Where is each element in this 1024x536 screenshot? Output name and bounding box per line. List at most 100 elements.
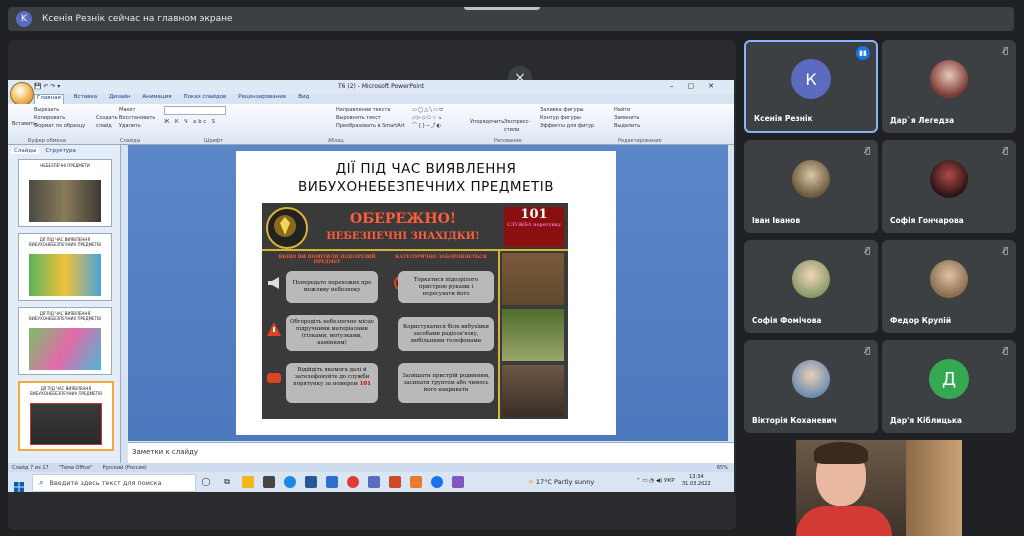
font-format-buttons[interactable]: Ж К Ч abc S [164,118,260,126]
select-button[interactable]: Выделить [614,122,674,130]
font-group: Ж К Ч abc S [164,106,260,126]
participant-tile[interactable]: 🎙̸ Дар`я Легедза [882,40,1016,133]
tab-animation[interactable]: Анимация [140,94,173,104]
shapes-gallery[interactable]: ▭◯△╲▭⬭ ▱▷◇⬠☆↘ ⌒{}⌣⤴◐ [412,106,470,134]
drag-handle[interactable] [464,7,540,10]
tab-slides[interactable]: Слайды [11,148,40,154]
tab-home[interactable]: Главная [34,94,64,104]
phone-icon [266,369,282,385]
align-text-button[interactable]: Выровнять текст [266,114,406,122]
system-clock[interactable]: 13:34 31.03.2022 [682,474,711,488]
task-view-icon[interactable]: ⧉ [221,476,233,488]
tab-review[interactable]: Рецензирование [236,94,288,104]
participant-name: Ксенія Резнік [754,114,813,123]
slide-thumbnail-selected[interactable]: 7 ДІЇ ПІД ЧАС ВИЯВЛЕННЯ ВИБУХОНЕБЕЗПЕЧНИ… [18,381,114,451]
sun-icon: ☀ [528,478,534,486]
participant-tile[interactable]: 🎙̸ Софія Фомічова [744,240,878,333]
self-view-video[interactable] [796,440,962,536]
participant-tile[interactable]: 🎙̸ Іван Іванов [744,140,878,233]
weather-widget[interactable]: ☀ 17°C Partly sunny [528,478,594,486]
clipboard-group: Вставить Вырезать Копировать Формат по о… [12,106,92,130]
language-indicator[interactable]: Русский (Россия) [102,465,146,471]
participant-tile[interactable]: 🎙̸ Федор Крупій [882,240,1016,333]
window-controls[interactable]: –▢✕ [670,82,728,90]
presenter-message: Ксенія Резнік сейчас на главном экране [42,14,233,24]
shape-fill-button[interactable]: Заливка фигуры [540,106,594,114]
quick-access-toolbar[interactable]: 💾 ↶ ↷ ▾ [34,83,60,90]
participant-tile[interactable]: 🎙̸ Софія Гончарова [882,140,1016,233]
slide-thumbnail[interactable]: 4 НЕБЕЗПЕЧНІ ПРЕДМЕТИ [18,159,112,227]
find-button[interactable]: Найти [614,106,674,114]
mail-icon[interactable] [326,476,338,488]
arrange-button[interactable]: Упорядочить [470,106,504,134]
chrome-icon[interactable] [284,476,296,488]
font-name-box[interactable] [164,106,226,115]
cut-button[interactable]: Вырезать [34,106,85,114]
viber-icon[interactable] [452,476,464,488]
thumbnail-image [30,403,102,445]
file-explorer-icon[interactable] [242,476,254,488]
thumbnail-title: НЕБЕЗПЕЧНІ ПРЕДМЕТИ [40,163,90,168]
tab-slideshow[interactable]: Показ слайдов [182,94,229,104]
forbidden-touch: Торкатися підозрілого пристрою руками і … [398,271,494,303]
participant-avatar: К [791,59,831,100]
system-tray[interactable]: ⌃ ▭ ◔ ◀) УКР [636,478,675,484]
new-slide-button[interactable]: Создать слайд [96,106,118,130]
participant-name: Софія Гончарова [890,216,964,225]
store-icon[interactable] [263,476,275,488]
windows-start-icon[interactable] [14,477,24,492]
drawing-group: ▭◯△╲▭⬭ ▱▷◇⬠☆↘ ⌒{}⌣⤴◐ Упорядочить Экспресс-… [412,106,608,134]
format-painter-button[interactable]: Формат по образцу [34,122,85,130]
text-direction-button[interactable]: Направление текста [266,106,406,114]
smartart-button[interactable]: Преобразовать в SmartArt [266,122,406,130]
participant-photo [930,260,968,299]
slide-title: ДІЇ ПІД ЧАС ВИЯВЛЕННЯ ВИБУХОНЕБЕЗПЕЧНИХ … [236,160,616,196]
delete-button[interactable]: Удалить [119,122,155,130]
thumbnail-image [29,254,101,296]
slide-thumbnail[interactable]: 5 ДІЇ ПІД ЧАС ВИЯВЛЕННЯ ВИБУХОНЕБЕЗПЕЧНИ… [18,233,112,301]
forbidden-radio: Користуватися біля вибухівки засобами ра… [398,317,494,351]
tab-design[interactable]: Дизайн [107,94,132,104]
keyboard-language[interactable]: УКР [664,478,675,484]
slide-title-line1: ДІЇ ПІД ЧАС ВИЯВЛЕННЯ [335,161,517,177]
replace-button[interactable]: Заменить [614,114,674,122]
slide-title-line2: ВИБУХОНЕБЕЗПЕЧНИХ ПРЕДМЕТІВ [297,179,555,195]
participant-photo [792,360,830,399]
slide-notes[interactable]: Заметки к слайду [128,442,734,463]
windows-taskbar: ⌕ Введите здесь текст для поиска ◯ ⧉ ☀ 1… [8,472,734,492]
paste-button[interactable]: Вставить [12,106,36,130]
taskbar-search[interactable]: ⌕ Введите здесь текст для поиска [32,474,196,492]
column-heading-right: КАТЕГОРИЧНО ЗАБОРОНЯЄТЬСЯ [395,255,487,260]
zoom-level[interactable]: 65% [717,465,728,471]
shape-effects-button[interactable]: Эффекты для фигур [540,122,594,130]
participant-tile[interactable]: 🎙̸ Вікторія Коханевич [744,340,878,433]
layout-button[interactable]: Макет [119,106,155,114]
slides-label: Слайды [120,138,141,144]
copy-button[interactable]: Копировать [34,114,85,122]
word-icon[interactable] [305,476,317,488]
cortana-icon[interactable]: ◯ [200,476,212,488]
grenade-photo [502,365,564,417]
tab-view[interactable]: Вид [296,94,311,104]
slide-thumbnail[interactable]: 6 ДІЇ ПІД ЧАС ВИЯВЛЕННЯ ВИБУХОНЕБЕЗПЕЧНИ… [18,307,112,375]
tab-insert[interactable]: Вставка [72,94,99,104]
clock-time: 13:34 [689,474,704,480]
tab-outline[interactable]: Структура [45,148,75,154]
app-icon[interactable] [410,476,422,488]
powerpoint-icon[interactable] [389,476,401,488]
participant-tile[interactable]: 🎙̸ Д Дар'я Кіблицька [882,340,1016,433]
participant-tile[interactable]: ▮▮ К Ксенія Резнік [744,40,878,133]
office-button-icon[interactable] [10,82,34,106]
reset-button[interactable]: Восстановить [119,114,155,122]
app-icon[interactable] [368,476,380,488]
advice-call-rescue: Відійдіть якомога далі й зателефонуйте д… [286,363,378,403]
presenter-banner: K Ксенія Резнік сейчас на главном экране [8,7,1014,31]
notes-placeholder: Заметки к слайду [132,448,199,456]
shape-outline-button[interactable]: Контур фигуры [540,114,594,122]
safety-poster: ОБЕРЕЖНО! НЕБЕЗПЕЧНІ ЗНАХІДКИ! 101 СЛУЖБ… [262,203,568,419]
opera-icon[interactable] [347,476,359,488]
mine-photo [502,253,564,305]
participant-name: Федор Крупій [890,316,952,325]
quick-styles-button[interactable]: Экспресс-стили [504,106,540,134]
browser-icon[interactable] [431,476,443,488]
